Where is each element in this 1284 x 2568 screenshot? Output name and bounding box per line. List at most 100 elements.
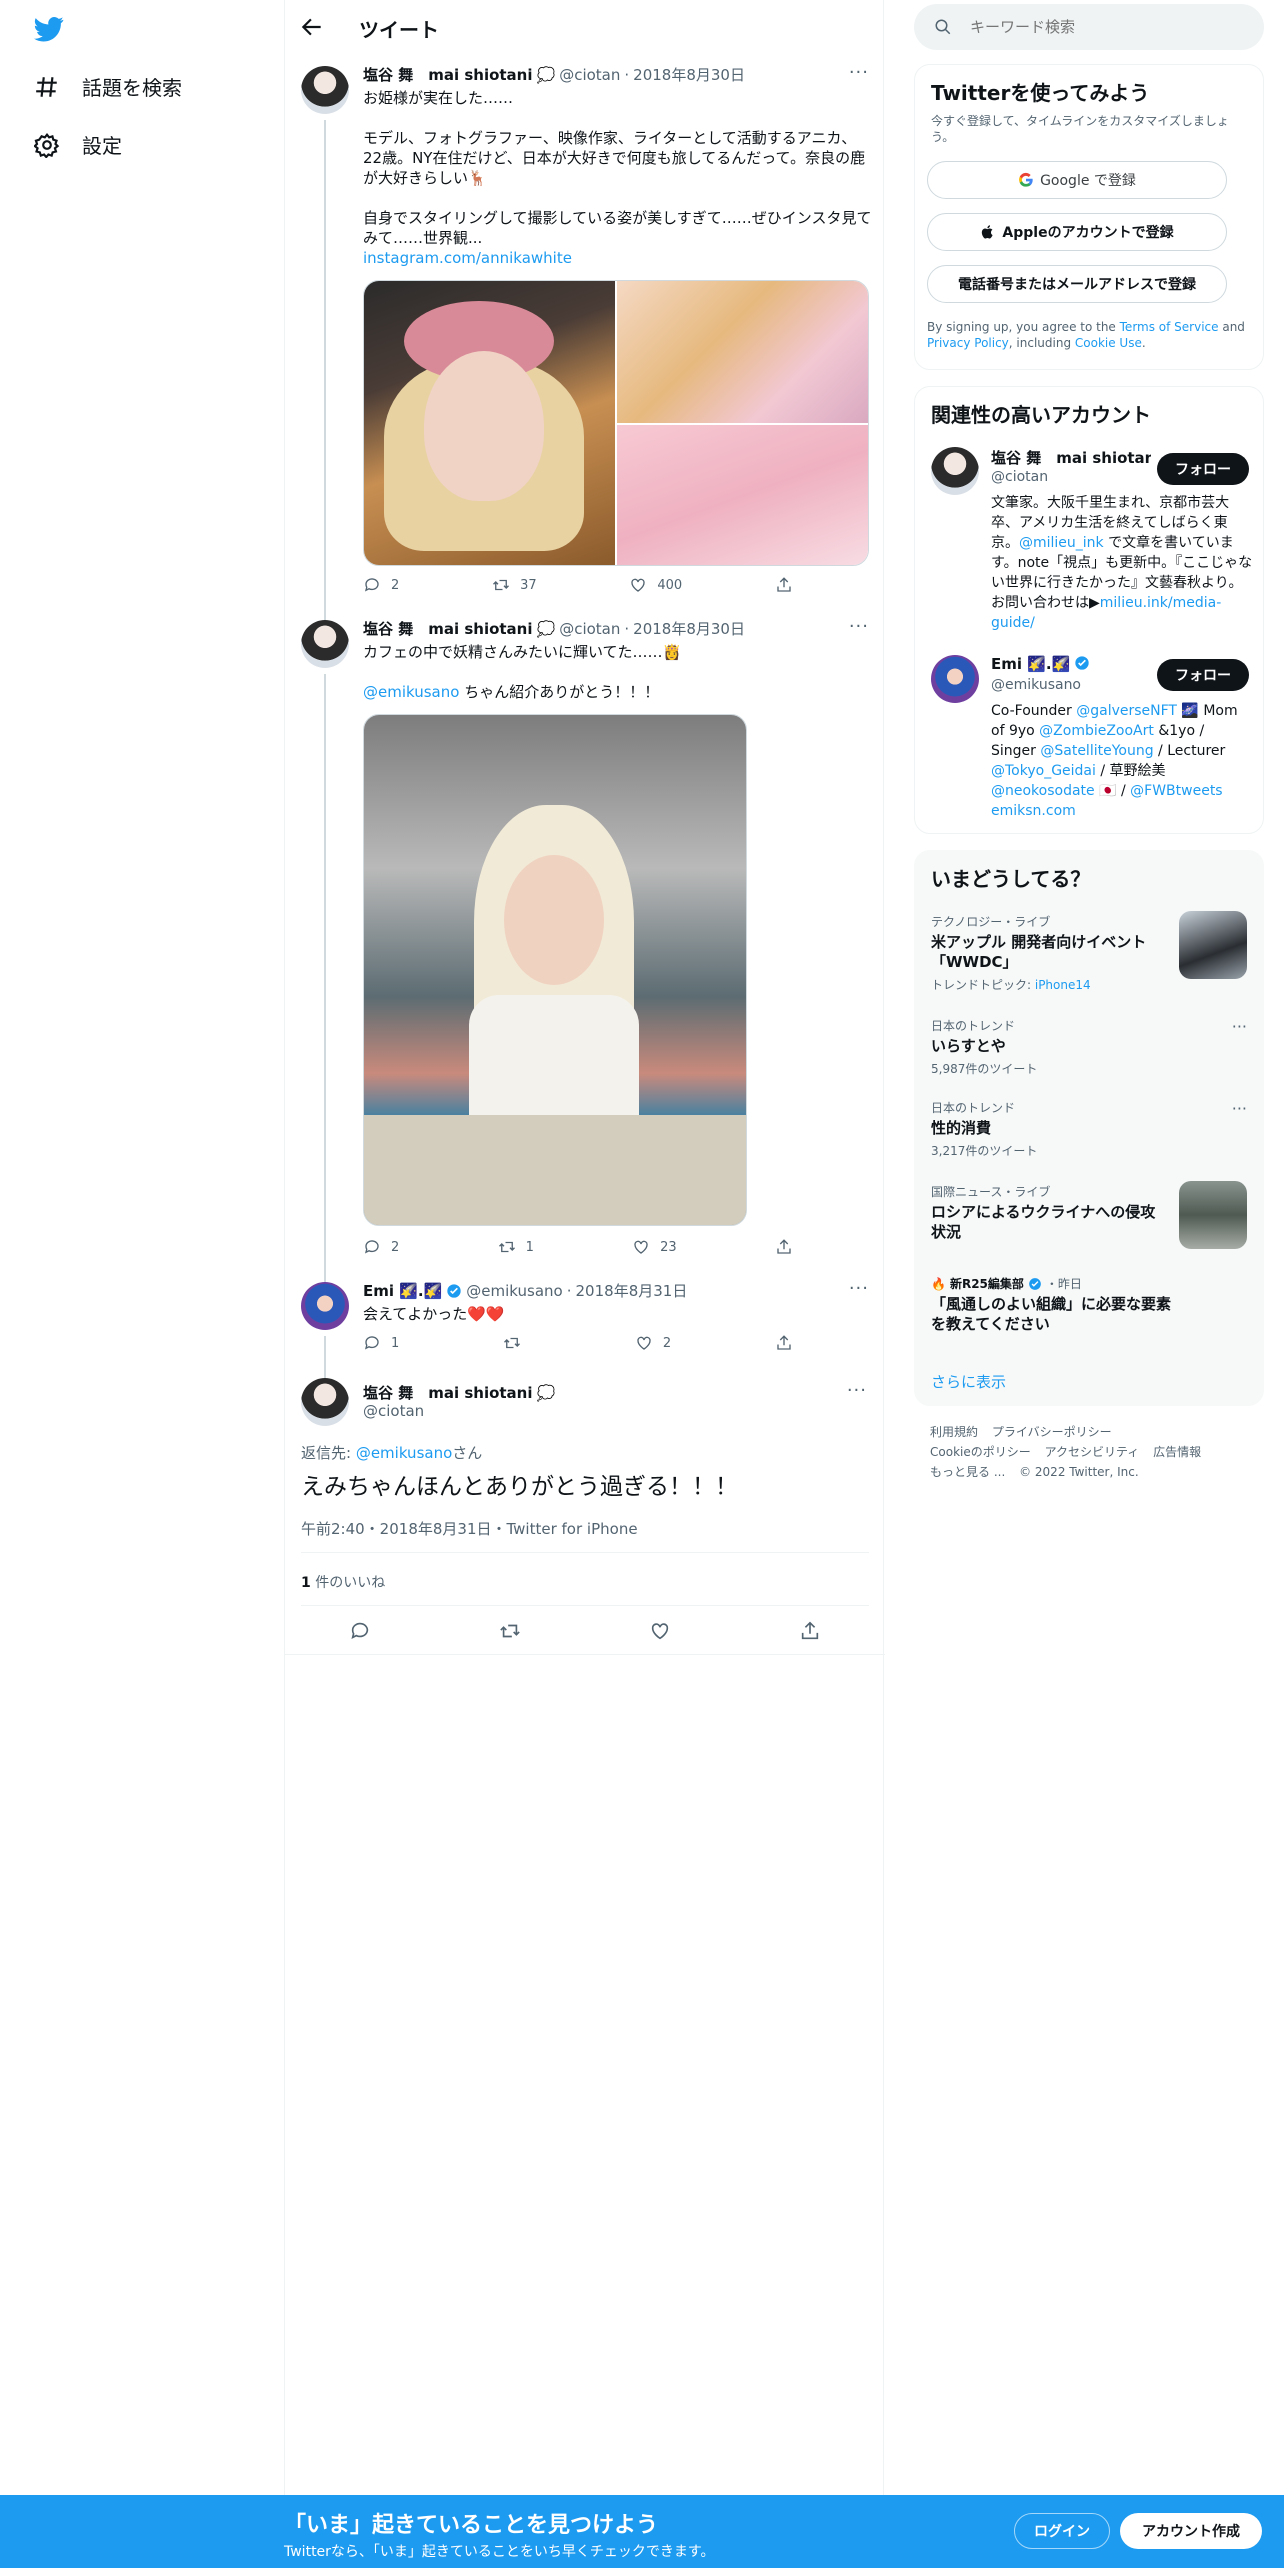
photo-grid[interactable] xyxy=(363,280,869,566)
retweet-button[interactable] xyxy=(503,1334,531,1352)
tweet-1[interactable]: 塩谷 舞 mai shiotani 💭 @ciotan · 2018年8月30日… xyxy=(285,54,885,620)
like-button[interactable]: 2 xyxy=(635,1334,671,1352)
bio-mention-link[interactable]: @ZombieZooArt xyxy=(1039,723,1154,739)
avatar[interactable] xyxy=(931,447,979,495)
search-box[interactable] xyxy=(914,4,1264,50)
more-options-icon[interactable]: ··· xyxy=(1232,1017,1247,1036)
share-icon[interactable] xyxy=(799,1620,821,1642)
related-accounts-card: 関連性の高いアカウント 塩谷 舞 mai shiotan... @ciotan … xyxy=(914,386,1264,834)
share-button[interactable] xyxy=(775,576,793,594)
reply-button[interactable]: 2 xyxy=(363,576,399,594)
tweet-date[interactable]: 2018年8月31日 xyxy=(576,1280,688,1301)
trend-item[interactable]: 日本のトレンド いらすとや 5,987件のツイート xyxy=(931,1017,1251,1077)
account-handle[interactable]: @emikusano xyxy=(991,677,1081,693)
tweet-text: カフェの中で妖精さんみたいに輝いてた……👸 @emikusano ちゃん紹介あり… xyxy=(363,643,682,701)
phone-email-signup-button[interactable]: 電話番号またはメールアドレスで登録 xyxy=(927,265,1227,303)
bio-mention-link[interactable]: @milieu_ink xyxy=(1019,535,1104,551)
back-arrow-icon[interactable] xyxy=(299,14,325,40)
thought-bubble-badge-icon: 💭 xyxy=(536,65,556,84)
avatar[interactable] xyxy=(301,1378,349,1426)
more-options-icon[interactable]: ··· xyxy=(849,1278,869,1299)
trend-item[interactable]: 🔥 新R25編集部 ・昨日 「風通しのよい組織」に必要な要素を教えてください xyxy=(931,1275,1251,1334)
author-name[interactable]: 塩谷 舞 mai shiotani xyxy=(363,1382,533,1403)
tweet-meta[interactable]: 午前2:40・2018年8月31日・Twitter for iPhone xyxy=(301,1518,638,1539)
reply-button[interactable]: 2 xyxy=(363,1238,399,1256)
cookie-use-link[interactable]: Cookie Use xyxy=(1075,336,1142,350)
like-icon[interactable] xyxy=(649,1620,671,1642)
follow-button[interactable]: フォロー xyxy=(1157,453,1249,485)
retweet-button[interactable]: 37 xyxy=(492,576,537,594)
trend-image-news[interactable] xyxy=(1179,1181,1247,1249)
account-name[interactable]: 塩谷 舞 mai shiotan... xyxy=(991,447,1151,468)
footer-link[interactable]: Cookieのポリシー xyxy=(930,1445,1031,1459)
photo-golden-wings[interactable] xyxy=(617,281,868,423)
author-handle[interactable]: @ciotan xyxy=(559,620,620,638)
apple-signup-button[interactable]: Appleのアカウントで登録 xyxy=(927,213,1227,251)
nav-settings-label: 設定 xyxy=(82,134,122,158)
account-name[interactable]: Emi 🌠.🌠 xyxy=(991,655,1151,673)
terms-of-service-link[interactable]: Terms of Service xyxy=(1120,320,1219,334)
footer-link[interactable]: 利用規約 xyxy=(930,1425,978,1439)
focus-actions xyxy=(285,1620,885,1642)
signup-button[interactable]: アカウント作成 xyxy=(1120,2513,1262,2549)
twitter-logo-icon[interactable] xyxy=(34,14,64,44)
bio-mention-link[interactable]: @SatelliteYoung xyxy=(1040,743,1153,759)
show-more-link[interactable]: さらに表示 xyxy=(931,1371,1006,1392)
google-signup-button[interactable]: Google で登録 xyxy=(927,161,1227,199)
author-name[interactable]: 塩谷 舞 mai shiotani xyxy=(363,64,533,85)
bio-mention-link[interactable]: @galverseNFT xyxy=(1076,703,1177,719)
account-bio: 文筆家。大阪千里生まれ、京都市芸大卒、アメリカ生活を終えてしばらく東京。@mil… xyxy=(991,495,1253,631)
author-handle[interactable]: @emikusano xyxy=(466,1282,562,1300)
retweet-button[interactable]: 1 xyxy=(498,1238,534,1256)
author-name[interactable]: Emi 🌠.🌠 xyxy=(363,1282,442,1300)
photo-pink-beret[interactable] xyxy=(364,281,615,565)
tweet-date[interactable]: 2018年8月30日 xyxy=(633,618,745,639)
bio-mention-link[interactable]: @FWBtweets xyxy=(1130,783,1222,799)
avatar[interactable] xyxy=(931,655,979,703)
reply-mention-link[interactable]: @emikusano xyxy=(356,1444,452,1462)
nav-settings[interactable]: 設定 xyxy=(34,130,122,159)
mention-link[interactable]: @emikusano xyxy=(363,683,459,701)
privacy-policy-link[interactable]: Privacy Policy xyxy=(927,336,1009,350)
account-handle[interactable]: @ciotan xyxy=(991,469,1048,485)
tweet-link[interactable]: instagram.com/annikawhite xyxy=(363,249,572,267)
share-button[interactable] xyxy=(775,1238,793,1256)
footer-link[interactable]: アクセシビリティ xyxy=(1045,1445,1140,1459)
share-button[interactable] xyxy=(775,1334,793,1352)
author-handle[interactable]: @ciotan xyxy=(363,1402,424,1420)
tweet-actions: 2 1 23 xyxy=(363,1238,793,1256)
more-options-icon[interactable]: ··· xyxy=(849,62,869,83)
trend-item[interactable]: 日本のトレンド 性的消費 3,217件のツイート xyxy=(931,1099,1251,1159)
bio-mention-link[interactable]: @neokosodate xyxy=(991,783,1095,799)
avatar[interactable] xyxy=(301,620,349,668)
trend-image-iphone[interactable] xyxy=(1179,911,1247,979)
follow-button[interactable]: フォロー xyxy=(1157,659,1249,691)
footer-link[interactable]: プライバシーポリシー xyxy=(992,1425,1112,1439)
more-options-icon[interactable]: ··· xyxy=(849,616,869,637)
more-options-icon[interactable]: ··· xyxy=(1232,1099,1247,1118)
reply-button[interactable]: 1 xyxy=(363,1334,399,1352)
tweet-3[interactable]: Emi 🌠.🌠 @emikusano · 2018年8月31日 ··· 会えてよ… xyxy=(285,1274,885,1378)
photo-bathtub[interactable] xyxy=(617,425,868,565)
reply-icon[interactable] xyxy=(349,1620,371,1642)
bio-mention-link[interactable]: @Tokyo_Geidai xyxy=(991,763,1096,779)
tweet-date[interactable]: 2018年8月30日 xyxy=(633,64,745,85)
author-handle[interactable]: @ciotan xyxy=(559,66,620,84)
avatar[interactable] xyxy=(301,66,349,114)
search-input[interactable] xyxy=(970,4,1250,50)
tweet-text: お姫様が実在した…… モデル、フォトグラファー、映像作家、ライターとして活動する… xyxy=(363,89,872,267)
author-name[interactable]: 塩谷 舞 mai shiotani xyxy=(363,618,533,639)
footer-link[interactable]: 広告情報 xyxy=(1153,1445,1201,1459)
avatar[interactable] xyxy=(301,1282,349,1330)
nav-explore[interactable]: 話題を検索 xyxy=(34,72,182,101)
footer-link[interactable]: もっと見る ... xyxy=(930,1465,1005,1479)
like-button[interactable]: 23 xyxy=(632,1238,677,1256)
like-button[interactable]: 400 xyxy=(629,576,682,594)
retweet-icon[interactable] xyxy=(499,1620,521,1642)
more-options-icon[interactable]: ··· xyxy=(847,1380,867,1401)
likes-count[interactable]: 1 件のいいね xyxy=(301,1572,385,1592)
bio-link[interactable]: emiksn.com xyxy=(991,803,1076,819)
login-button[interactable]: ログイン xyxy=(1014,2513,1110,2549)
photo-cafe[interactable] xyxy=(363,714,747,1226)
tweet-2[interactable]: 塩谷 舞 mai shiotani 💭 @ciotan · 2018年8月30日… xyxy=(285,614,885,1284)
